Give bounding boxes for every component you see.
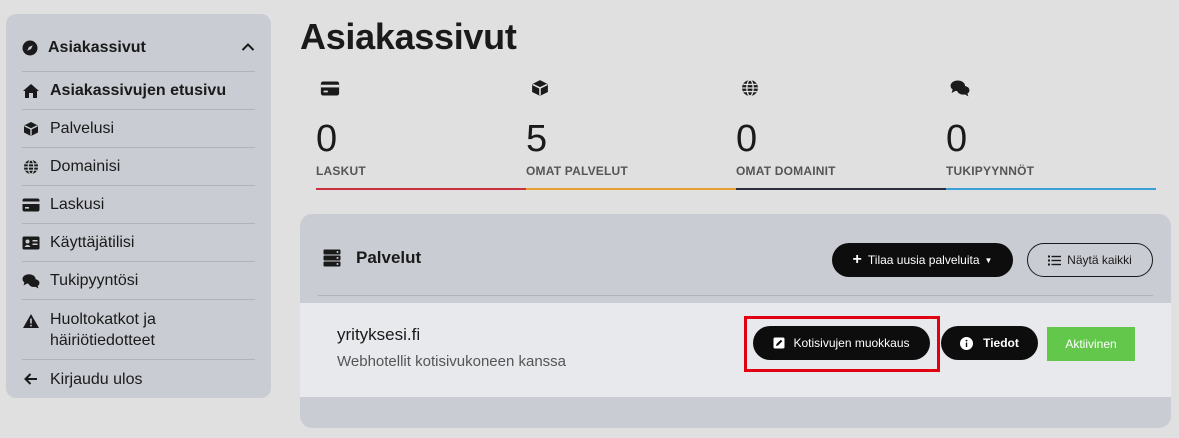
stat-label: TUKIPYYNNÖT (946, 164, 1035, 178)
comments-icon (22, 272, 40, 290)
services-panel-header: Palvelut (322, 248, 421, 268)
server-icon (322, 248, 342, 268)
edit-website-button[interactable]: Kotisivujen muokkaus (753, 326, 930, 360)
services-panel-title: Palvelut (356, 248, 422, 267)
globe-icon (22, 158, 40, 176)
stat-tukipyynnot[interactable]: 0 TUKIPYYNNÖT (946, 76, 1156, 190)
info-label: Tiedot (983, 336, 1019, 350)
sidebar-item-laskusi[interactable]: Laskusi (22, 186, 255, 224)
stat-value: 0 (946, 118, 968, 160)
caret-down-icon: ▼ (984, 255, 993, 265)
divider (318, 295, 1153, 296)
service-description: Webhotellit kotisivukoneen kanssa (337, 353, 567, 370)
cube-icon (22, 120, 40, 138)
warning-icon (22, 312, 40, 330)
sidebar-item-label: Käyttäjätilisi (50, 234, 135, 251)
edit-website-label: Kotisivujen muokkaus (793, 336, 910, 350)
sidebar-header[interactable]: Asiakassivut (22, 24, 255, 72)
compass-icon (22, 40, 38, 56)
credit-card-icon (320, 78, 340, 98)
sidebar-item-tukipyyntosi[interactable]: Tukipyyntösi (22, 262, 255, 300)
stat-value: 0 (316, 118, 338, 160)
sidebar-item-kirjaudu-ulos[interactable]: Kirjaudu ulos (22, 360, 255, 398)
sidebar-item-label: Domainisi (50, 158, 121, 175)
sidebar-item-label: Palvelusi (50, 120, 115, 137)
chevron-up-icon[interactable] (241, 39, 255, 57)
comments-icon (950, 78, 970, 98)
sidebar-item-domainisi[interactable]: Domainisi (22, 148, 255, 186)
sidebar-item-label: Kirjaudu ulos (50, 370, 143, 388)
services-panel: Palvelut + Tilaa uusia palveluita ▼ Näyt… (300, 214, 1171, 428)
sidebar-item-kayttajatilisi[interactable]: Käyttäjätilisi (22, 224, 255, 262)
list-icon (1048, 255, 1062, 266)
id-card-icon (22, 234, 40, 252)
info-icon (960, 336, 974, 350)
stat-omat-palvelut[interactable]: 5 OMAT PALVELUT (526, 76, 736, 190)
show-all-label: Näytä kaikki (1067, 253, 1132, 267)
sidebar-item-huoltokatkot[interactable]: Huoltokatkot ja häiriötiedotteet (22, 300, 255, 360)
stat-label: LASKUT (316, 164, 366, 178)
stat-label: OMAT PALVELUT (526, 164, 628, 178)
stat-value: 0 (736, 118, 758, 160)
home-icon (22, 82, 40, 100)
show-all-button[interactable]: Näytä kaikki (1027, 243, 1153, 277)
globe-icon (740, 78, 760, 98)
info-button[interactable]: Tiedot (941, 326, 1038, 360)
stat-laskut[interactable]: 0 LASKUT (316, 76, 526, 190)
stat-bar (526, 188, 736, 190)
order-services-button[interactable]: + Tilaa uusia palveluita ▼ (832, 243, 1013, 277)
sidebar-item-label: Tukipyyntösi (50, 272, 139, 289)
sidebar: Asiakassivut Asiakassivujen etusivu Palv… (6, 14, 271, 398)
credit-card-icon (22, 196, 40, 214)
stat-bar (736, 188, 946, 190)
sidebar-item-label: Huoltokatkot ja häiriötiedotteet (50, 310, 156, 349)
stats-row: 0 LASKUT 5 OMAT PALVELUT 0 OMAT DOMAINIT… (316, 76, 1156, 190)
service-name: yrityksesi.fi (337, 325, 421, 344)
plus-icon: + (852, 251, 862, 268)
sidebar-item-palvelusi[interactable]: Palvelusi (22, 110, 255, 148)
edit-icon (773, 337, 785, 349)
order-services-label: Tilaa uusia palveluita (867, 253, 980, 267)
status-badge: Aktiivinen (1047, 327, 1135, 361)
sidebar-item-label: Laskusi (50, 196, 105, 213)
stat-bar (946, 188, 1156, 190)
sidebar-item-etusivu[interactable]: Asiakassivujen etusivu (22, 72, 255, 110)
stat-value: 5 (526, 118, 548, 160)
sidebar-item-label: Asiakassivujen etusivu (50, 82, 227, 99)
sidebar-header-title: Asiakassivut (48, 38, 146, 56)
service-row: yrityksesi.fi Webhotellit kotisivukoneen… (300, 303, 1171, 397)
stat-omat-domainit[interactable]: 0 OMAT DOMAINIT (736, 76, 946, 190)
arrow-left-icon (22, 370, 40, 388)
stat-bar (316, 188, 526, 190)
stat-label: OMAT DOMAINIT (736, 164, 836, 178)
cube-icon (530, 78, 550, 98)
page-title: Asiakassivut (300, 16, 517, 57)
